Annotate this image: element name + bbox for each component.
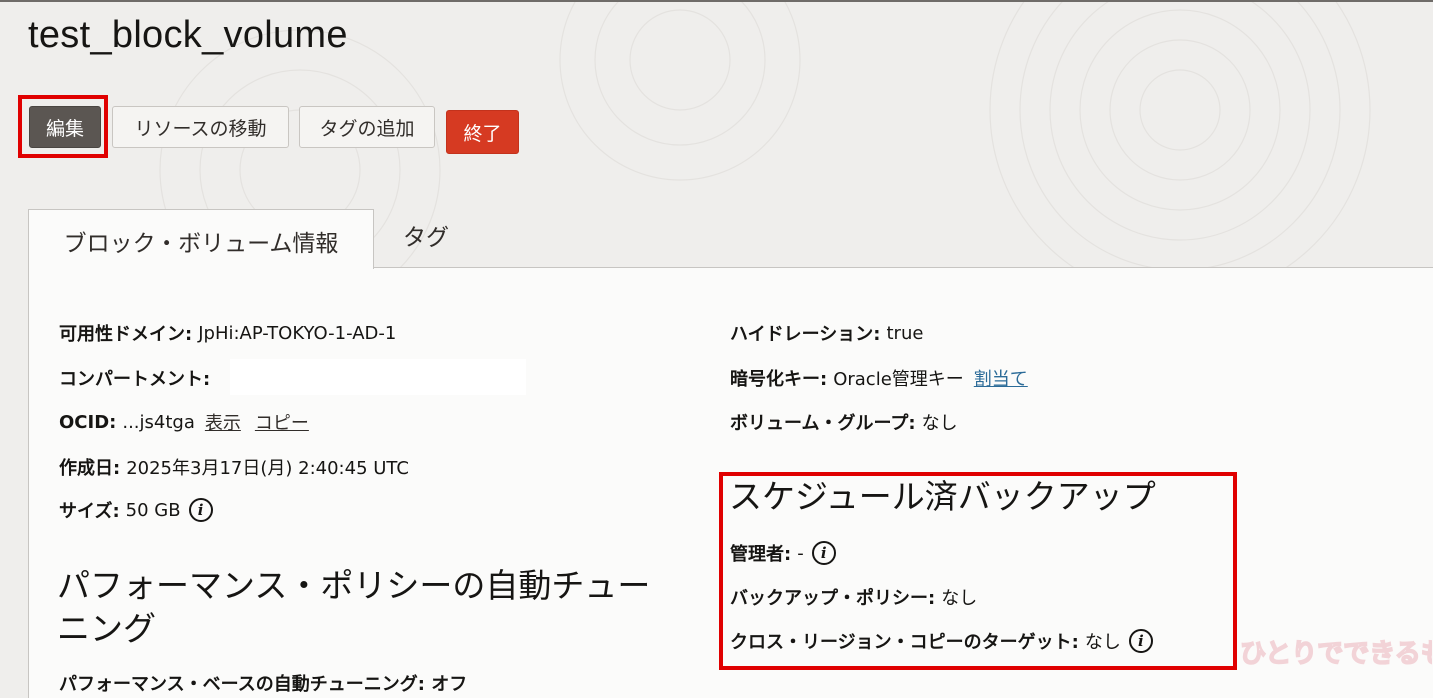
page-title: test_block_volume xyxy=(28,14,348,56)
ocid-row: OCID: ...js4tga 表示 コピー xyxy=(59,409,313,435)
watermark-text: ひとりでできるもん xyxy=(1240,639,1432,669)
availability-domain-row: 可用性ドメイン: JpHi:AP-TOKYO-1-AD-1 xyxy=(59,320,396,346)
performance-heading-line2: ニング xyxy=(57,609,156,648)
tab-tags[interactable]: タグ xyxy=(403,218,449,252)
availability-domain-label: 可用性ドメイン: xyxy=(59,324,193,345)
size-row: サイズ: 50 GB i xyxy=(59,497,213,523)
performance-auto-tuning-row: パフォーマンス・ベースの自動チューニング: オフ xyxy=(59,674,468,695)
encryption-key-label: 暗号化キー: xyxy=(730,369,828,390)
terminate-button[interactable]: 終了 xyxy=(446,110,519,154)
edit-highlight-box xyxy=(18,95,108,158)
compartment-redaction xyxy=(230,359,526,395)
availability-domain-value: JpHi:AP-TOKYO-1-AD-1 xyxy=(198,322,397,344)
ocid-copy-link[interactable]: コピー xyxy=(255,409,309,435)
compartment-label: コンパートメント: xyxy=(59,369,211,390)
size-label: サイズ: xyxy=(59,501,120,522)
volume-group-label: ボリューム・グループ: xyxy=(730,413,916,434)
created-label: 作成日: xyxy=(59,458,121,479)
compartment-row: コンパートメント: xyxy=(59,365,216,391)
size-value: 50 GB xyxy=(125,499,181,521)
encryption-key-value: Oracle管理キー xyxy=(833,369,964,390)
ocid-show-link[interactable]: 表示 xyxy=(205,409,241,435)
window-top-border xyxy=(0,0,1433,2)
move-resource-button[interactable]: リソースの移動 xyxy=(112,106,289,148)
created-row: 作成日: 2025年3月17日(月) 2:40:45 UTC xyxy=(59,454,409,480)
hydration-label: ハイドレーション: xyxy=(730,324,881,345)
volume-group-value: なし xyxy=(921,413,958,434)
ocid-value: ...js4tga xyxy=(122,411,195,433)
encryption-key-row: 暗号化キー: Oracle管理キー 割当て xyxy=(730,365,1028,391)
tab-block-volume-info[interactable]: ブロック・ボリューム情報 xyxy=(28,209,374,269)
info-icon[interactable]: i xyxy=(188,498,213,522)
assign-key-link[interactable]: 割当て xyxy=(974,365,1028,391)
scheduled-backups-highlight-box xyxy=(719,472,1237,670)
hydration-row: ハイドレーション: true xyxy=(730,320,923,346)
created-value: 2025年3月17日(月) 2:40:45 UTC xyxy=(126,458,409,479)
add-tag-button[interactable]: タグの追加 xyxy=(299,106,435,148)
ocid-label: OCID: xyxy=(59,411,117,433)
performance-heading-line1: パフォーマンス・ポリシーの自動チュー xyxy=(57,566,651,605)
hydration-value: true xyxy=(886,322,924,344)
watermark-logo: ひとりでできるもん xyxy=(1239,638,1432,670)
volume-group-row: ボリューム・グループ: なし xyxy=(730,409,958,435)
